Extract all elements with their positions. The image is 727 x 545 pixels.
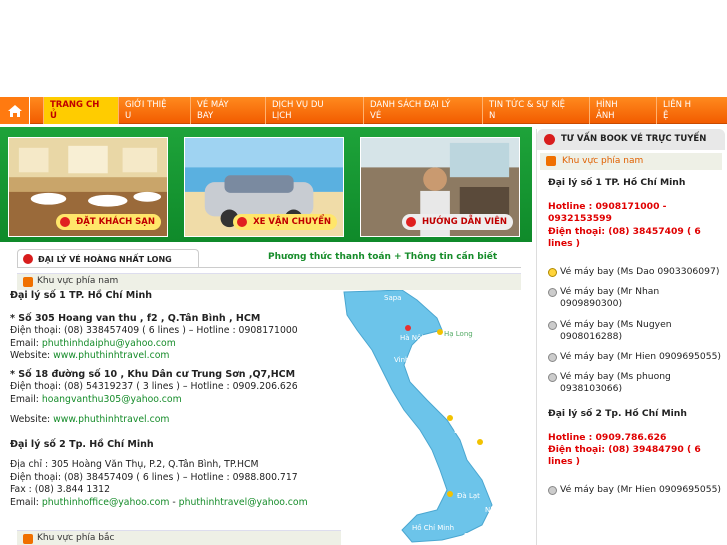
- section-north-header: Khu vực phía bắc: [17, 530, 341, 545]
- yahoo-offline-icon: [548, 353, 557, 363]
- map-label-phanthiet: Phan Thiết: [464, 532, 502, 540]
- vietnam-map: Sapa Hà Nội Hạ Long Vinh Quảng Bình Huế …: [343, 290, 520, 543]
- nav-item-home[interactable]: TRANG CH Ủ: [43, 97, 118, 124]
- agent1-email2-link[interactable]: hoangvanthu305@yahoo.com: [42, 394, 182, 405]
- tab-agent[interactable]: ĐẠI LÝ VÉ HOÀNG NHẤT LONG: [17, 249, 199, 268]
- home-icon[interactable]: [0, 97, 30, 124]
- map-marker-hanoi: [405, 325, 411, 331]
- banner-guide-caption: HƯỚNG DẪN VIÊN: [401, 214, 513, 230]
- map-marker-hoian: [477, 439, 483, 445]
- yahoo-offline-icon: [548, 288, 557, 298]
- map-label-quangbinh: Quảng Bình: [428, 372, 469, 380]
- payment-info-link[interactable]: Phương thức thanh toán + Thông tin cần b…: [268, 252, 497, 262]
- map-label-hoian: Hội An: [487, 441, 510, 449]
- yahoo-online-icon: [548, 268, 557, 278]
- nav-item-agents[interactable]: DANH SÁCH ĐẠI LÝ VÉ: [363, 97, 482, 124]
- consult-a2-phone: Điện thoại: (08) 39484790 ( 6 lines ): [548, 444, 701, 468]
- yahoo-offline-icon: [548, 486, 557, 496]
- agent2-email-a-link[interactable]: phuthinhoffice@yahoo.com: [42, 497, 170, 508]
- nav-item-gallery[interactable]: HÌNH ẢNH: [589, 97, 656, 124]
- map-label-hanoi: Hà Nội: [400, 334, 423, 342]
- agent1-web2-link[interactable]: www.phuthinhtravel.com: [53, 414, 169, 425]
- consult-body: Đại lý số 1 TP. Hồ Chí Minh Hotline : 09…: [548, 177, 723, 497]
- consult-contact[interactable]: Vé máy bay (Mr Hien 0909695055): [548, 351, 723, 363]
- nav-item-news[interactable]: TIN TỨC & SỰ KIỆ N: [482, 97, 589, 124]
- banner-car-caption: XE VẬN CHUYỂN: [233, 214, 337, 230]
- agent1-email-row1: Email: phuthinhdaiphu@yahoo.com: [10, 337, 176, 349]
- yahoo-offline-icon: [548, 373, 557, 383]
- agent2-address: Địa chỉ : 305 Hoàng Văn Thụ, P.2, Q.Tân …: [10, 459, 259, 470]
- banner-hotel[interactable]: ĐẶT KHÁCH SẠN: [8, 137, 168, 237]
- agent2-email-row: Email: phuthinhoffice@yahoo.com - phuthi…: [10, 496, 308, 508]
- consult-a1-phone: Điện thoại: (08) 38457409 ( 6 lines ): [548, 225, 701, 249]
- consult-south-header: Khu vực phía nam: [540, 153, 722, 170]
- user-icon: [23, 277, 33, 287]
- tab-bullet-icon: [23, 254, 33, 264]
- consult-contact[interactable]: Vé máy bay (Ms Nugyen 0908016288): [548, 319, 723, 343]
- consult-contact[interactable]: Vé máy bay (Ms Dao 0903306097): [548, 266, 723, 278]
- map-label-sapa: Sapa: [384, 294, 401, 302]
- nav-item-tours[interactable]: DỊCH VỤ DU LỊCH: [265, 97, 363, 124]
- user-icon: [546, 156, 556, 166]
- agent1-web1-link[interactable]: www.phuthinhtravel.com: [53, 350, 169, 361]
- nav-item-about[interactable]: GIỚI THIỆ U: [118, 97, 190, 124]
- banner-car[interactable]: XE VẬN CHUYỂN: [184, 137, 344, 237]
- map-label-vinh: Vinh: [394, 356, 409, 364]
- yahoo-offline-icon: [548, 320, 557, 330]
- consult-a1-title: Đại lý số 1 TP. Hồ Chí Minh: [548, 177, 686, 188]
- consult-panel-header: TƯ VẤN BOOK VÉ TRỰC TUYẾN: [537, 129, 725, 150]
- consult-a1-hotline: Hotline : 0908171000 - 0932153599: [548, 201, 667, 225]
- user-icon: [23, 534, 33, 544]
- agent1-title: Đại lý số 1 TP. Hồ Chí Minh: [10, 290, 153, 301]
- map-label-hcm: Hồ Chí Minh: [412, 524, 454, 532]
- agent2-email-b-link[interactable]: phuthinhtravel@yahoo.com: [179, 497, 308, 508]
- consult-a2-title: Đại lý số 2 Tp. Hồ Chí Minh: [548, 407, 687, 419]
- banner-hotel-caption: ĐẶT KHÁCH SẠN: [56, 214, 161, 230]
- banner-strip: ĐẶT KHÁCH SẠN XE VẬN CHUYỂN HƯỚNG DẪN VI…: [0, 127, 532, 242]
- map-label-dalat: Đà Lạt: [457, 492, 480, 500]
- agent1-web-row2: Website: www.phuthinhtravel.com: [10, 414, 170, 425]
- agent1-address2: * Số 18 đường số 10 , Khu Dân cư Trung S…: [10, 368, 296, 380]
- map-label-danang: Đà Nẵng: [454, 426, 484, 435]
- consult-a2-hotline: Hotline : 0909.786.626: [548, 431, 667, 443]
- tab-divider: [17, 267, 521, 268]
- map-label-halong: Hạ Long: [444, 330, 473, 338]
- agent2-fax: Fax : (08) 3.844 1312: [10, 484, 111, 495]
- map-marker-halong: [437, 329, 443, 335]
- agent2-title: Đại lý số 2 Tp. Hồ Chí Minh: [10, 438, 154, 450]
- consult-panel: TƯ VẤN BOOK VÉ TRỰC TUYẾN Khu vực phía n…: [536, 129, 725, 545]
- agent1-email1-link[interactable]: phuthinhdaiphu@yahoo.com: [42, 338, 176, 349]
- agent1-web-row1: Website: www.phuthinhtravel.com: [10, 350, 170, 361]
- banner-guide[interactable]: HƯỚNG DẪN VIÊN: [360, 137, 520, 237]
- map-marker-hue: [447, 415, 453, 421]
- bullet-icon: [544, 134, 555, 145]
- section-south-header: Khu vực phía nam: [17, 273, 521, 290]
- nav-item-contact[interactable]: LIÊN H Ệ: [656, 97, 727, 124]
- agent1-phone1: Điện thoại: (08) 338457409 ( 6 lines ) –…: [10, 325, 298, 336]
- map-label-hue: Huế: [462, 406, 477, 414]
- agent1-email-row2: Email: hoangvanthu305@yahoo.com: [10, 393, 182, 405]
- agent-details: Đại lý số 1 TP. Hồ Chí Minh * Số 305 Hoa…: [10, 290, 340, 509]
- map-label-nhatrang: Nha Trang: [485, 506, 520, 514]
- tab-agent-label: ĐẠI LÝ VÉ HOÀNG NHẤT LONG: [38, 255, 172, 264]
- main-nav: TRANG CH Ủ GIỚI THIỆ U VÉ MÁY BAY DỊCH V…: [0, 97, 727, 124]
- agent2-phone: Điện thoại: (08) 38457409 ( 6 lines ) – …: [10, 471, 298, 483]
- consult-contact[interactable]: Vé máy bay (Ms phuong 0938103066): [548, 371, 723, 395]
- agent1-address1: * Số 305 Hoang van thu , f2 , Q.Tân Bình…: [10, 312, 261, 324]
- agent1-phone2: Điện thoại: (08) 54319237 ( 3 lines ) – …: [10, 381, 298, 392]
- consult-contact[interactable]: Vé máy bay (Mr Nhan 0909890300): [548, 286, 723, 310]
- nav-item-flights[interactable]: VÉ MÁY BAY: [190, 97, 265, 124]
- consult-contact[interactable]: Vé máy bay (Mr Hien 0909695055): [548, 484, 723, 496]
- map-marker-dalat: [447, 491, 453, 497]
